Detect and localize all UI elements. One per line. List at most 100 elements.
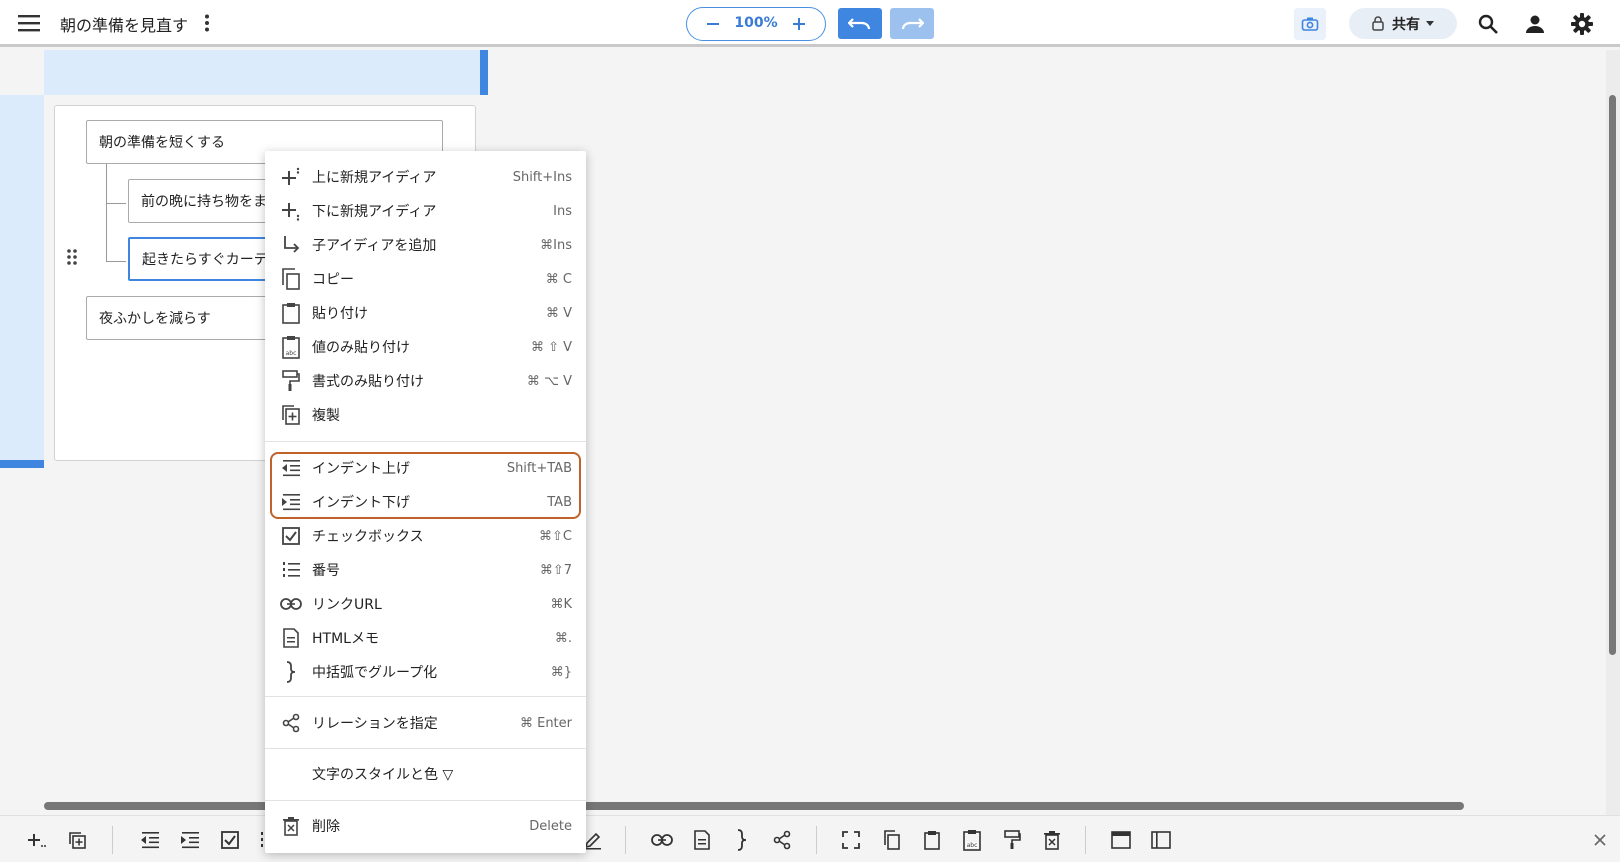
duplicate-icon xyxy=(279,403,303,427)
menu-separator xyxy=(265,696,586,697)
outdent-icon xyxy=(279,456,303,480)
outline-node[interactable]: 夜ふかしを減らす xyxy=(86,296,268,340)
hamburger-menu-button[interactable] xyxy=(14,8,44,38)
menu-item-paste[interactable]: 貼り付け ⌘ V xyxy=(265,296,586,330)
menu-item-shortcut: TAB xyxy=(547,494,572,510)
menu-item-shortcut: ⌘⇧C xyxy=(539,528,572,544)
duplicate-tool[interactable] xyxy=(64,827,90,853)
pencil-icon xyxy=(584,832,601,850)
outdent-tool[interactable] xyxy=(137,827,163,853)
paste-value-tool[interactable]: abc xyxy=(959,827,985,853)
delete-tool[interactable] xyxy=(1039,827,1065,853)
checkbox-tool[interactable] xyxy=(217,827,243,853)
document-title[interactable]: 朝の準備を見直す xyxy=(60,12,188,36)
menu-item-label: 削除 xyxy=(312,819,340,835)
menu-item-indent[interactable]: インデント下げ TAB xyxy=(265,485,586,519)
window-icon xyxy=(1111,831,1131,849)
paint-roller-icon xyxy=(1004,830,1021,849)
selection-band-left xyxy=(0,95,44,468)
menu-item-insert-above[interactable]: 上に新規アイディア Shift+Ins xyxy=(265,160,586,194)
copy-tool[interactable] xyxy=(879,827,905,853)
select-area-tool[interactable] xyxy=(838,827,864,853)
indent-tool[interactable] xyxy=(177,827,203,853)
svg-text:abc: abc xyxy=(286,350,297,357)
relation-tool[interactable] xyxy=(769,827,795,853)
drag-handle[interactable] xyxy=(64,246,80,268)
link-icon xyxy=(651,834,673,846)
menu-item-label: 上に新規アイディア xyxy=(312,170,437,186)
link-tool[interactable] xyxy=(649,827,675,853)
tree-connector xyxy=(106,261,126,262)
zoom-out-button[interactable] xyxy=(699,10,727,38)
menu-separator xyxy=(265,441,586,442)
menu-item-numbering[interactable]: 番号 ⌘⇧7 xyxy=(265,553,586,587)
search-button[interactable] xyxy=(1473,9,1503,39)
menu-item-label: インデント上げ xyxy=(312,461,410,477)
settings-button[interactable] xyxy=(1567,9,1597,39)
outline-node[interactable]: 前の晩に持ち物をま xyxy=(128,179,268,223)
menu-item-copy[interactable]: コピー ⌘ C xyxy=(265,262,586,296)
menu-item-label: チェックボックス xyxy=(312,529,424,545)
menu-item-relation[interactable]: リレーションを指定 ⌘ Enter xyxy=(265,706,586,740)
menu-item-label: リレーションを指定 xyxy=(312,716,438,732)
menu-item-shortcut: ⌘. xyxy=(554,630,572,646)
menu-item-delete[interactable]: 削除 Delete xyxy=(265,809,586,843)
toolbar-divider xyxy=(625,826,626,854)
menu-item-label: 文字のスタイルと色 ▽ xyxy=(312,767,454,783)
brace-group-tool[interactable] xyxy=(729,827,755,853)
bottom-toolbar: abc xyxy=(0,815,1620,862)
menu-item-shortcut: Ins xyxy=(553,203,572,219)
paste-tool[interactable] xyxy=(919,827,945,853)
toolbar-divider xyxy=(816,826,817,854)
menu-item-checkbox[interactable]: チェックボックス ⌘⇧C xyxy=(265,519,586,553)
add-idea-icon xyxy=(28,834,46,847)
account-button[interactable] xyxy=(1520,9,1550,39)
redo-button[interactable] xyxy=(890,8,934,39)
insert-above-icon xyxy=(279,165,303,189)
fullscreen-icon xyxy=(842,831,860,849)
search-icon xyxy=(1478,14,1498,34)
paste-format-tool[interactable] xyxy=(999,827,1025,853)
menu-item-text-style[interactable]: 文字のスタイルと色 ▽ xyxy=(265,757,586,791)
menu-item-label: リンクURL xyxy=(312,597,382,613)
link-icon xyxy=(279,592,303,616)
outline-node-selected[interactable]: 起きたらすぐカーテ xyxy=(128,237,268,281)
horizontal-scrollbar[interactable] xyxy=(44,802,1464,810)
menu-item-shortcut: ⌘K xyxy=(550,596,572,612)
window-tool[interactable] xyxy=(1108,827,1134,853)
menu-item-outdent[interactable]: インデント上げ Shift+TAB xyxy=(265,451,586,485)
menu-item-label: 値のみ貼り付け xyxy=(312,340,410,356)
add-idea-tool[interactable] xyxy=(24,827,50,853)
minus-icon xyxy=(707,23,719,25)
paste-value-icon: abc xyxy=(963,830,981,851)
selection-band-edge xyxy=(480,50,488,95)
menu-item-insert-below[interactable]: 下に新規アイディア Ins xyxy=(265,194,586,228)
plus-icon xyxy=(793,18,805,30)
zoom-in-button[interactable] xyxy=(785,10,813,38)
sidebar-toggle-tool[interactable] xyxy=(1148,827,1174,853)
menu-item-paste-value[interactable]: abc 値のみ貼り付け ⌘ ⇧ V xyxy=(265,330,586,364)
menu-item-html-note[interactable]: HTMLメモ ⌘. xyxy=(265,621,586,655)
note-tool[interactable] xyxy=(689,827,715,853)
drag-handle-icon xyxy=(67,249,77,265)
kebab-icon xyxy=(205,14,209,32)
close-toolbar-button[interactable] xyxy=(1590,830,1610,850)
numbered-list-icon xyxy=(279,558,303,582)
menu-item-paste-format[interactable]: 書式のみ貼り付け ⌘ ⌥ V xyxy=(265,364,586,398)
screenshot-button[interactable] xyxy=(1294,8,1326,40)
menu-item-link-url[interactable]: リンクURL ⌘K xyxy=(265,587,586,621)
zoom-level: 100% xyxy=(734,15,778,31)
more-options-button[interactable] xyxy=(198,9,216,37)
menu-item-shortcut: Shift+TAB xyxy=(506,460,572,476)
menu-separator xyxy=(265,800,586,801)
brace-icon xyxy=(279,660,303,684)
checkbox-icon xyxy=(279,524,303,548)
undo-button[interactable] xyxy=(838,8,882,39)
mindmap-canvas[interactable]: 朝の準備を短くする 前の晩に持ち物をま 起きたらすぐカーテ 夜ふかしを減らす xyxy=(0,50,1620,815)
vertical-scrollbar[interactable] xyxy=(1609,95,1616,655)
paste-icon xyxy=(279,301,303,325)
menu-item-add-child[interactable]: 子アイディアを追加 ⌘Ins xyxy=(265,228,586,262)
menu-item-duplicate[interactable]: 複製 xyxy=(265,398,586,432)
share-button[interactable]: 共有 xyxy=(1349,8,1457,39)
menu-item-brace-group[interactable]: 中括弧でグループ化 ⌘} xyxy=(265,655,586,689)
